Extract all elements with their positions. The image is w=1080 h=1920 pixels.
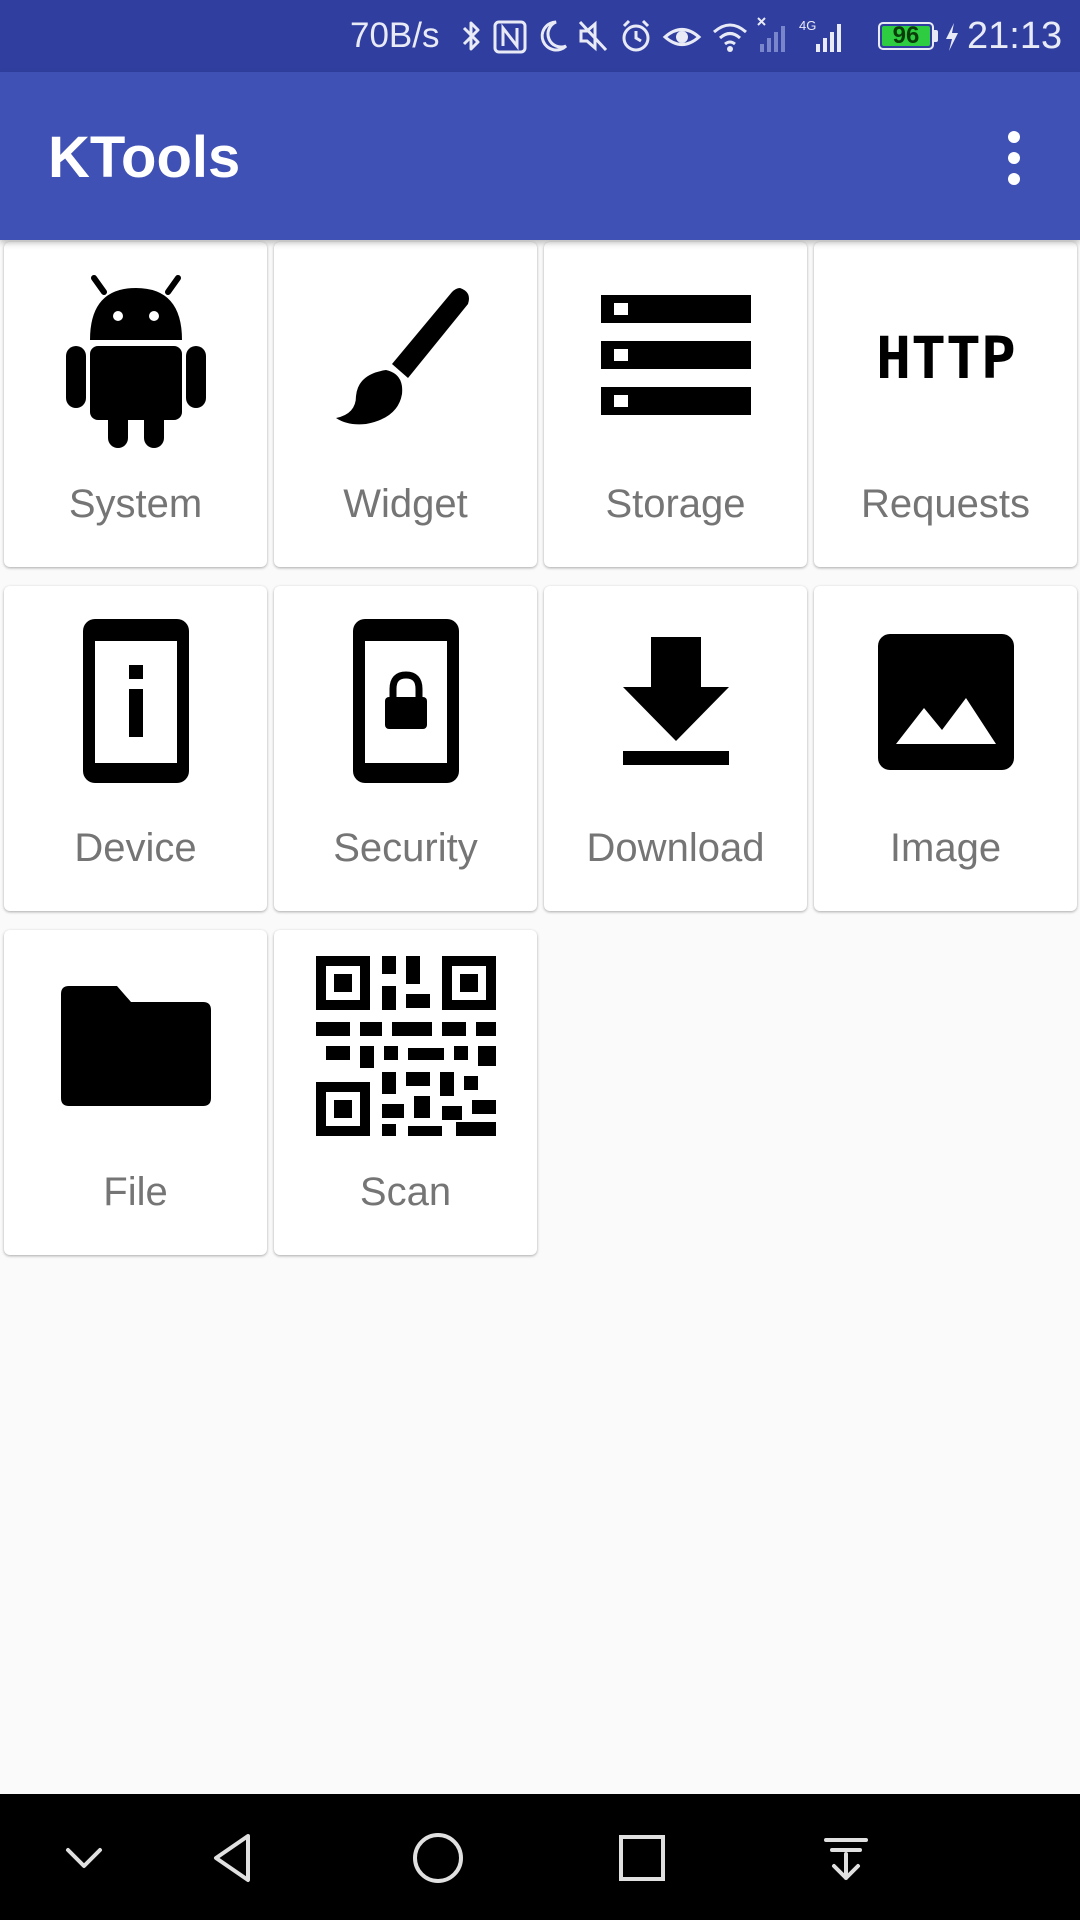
signal-no-sim-icon — [757, 17, 785, 52]
tile-label: System — [68, 482, 203, 526]
app-title: KTools — [48, 125, 241, 190]
back-icon[interactable] — [198, 1822, 270, 1894]
battery-icon: 96 — [878, 22, 934, 50]
tile-label: Download — [586, 826, 765, 870]
tile-widget[interactable]: Widget — [274, 242, 537, 567]
nfc-icon — [493, 20, 527, 54]
tile-download[interactable]: Download — [544, 586, 807, 911]
menu-dot — [1008, 173, 1020, 185]
storage-icon — [586, 268, 766, 448]
tile-scan[interactable]: Scan — [274, 930, 537, 1255]
download-icon — [586, 612, 766, 792]
menu-dot — [1008, 131, 1020, 143]
http-icon: HTTP — [856, 268, 1036, 448]
status-bar: 70B/s 4G 96 21:13 — [0, 0, 1080, 72]
eye-icon — [662, 28, 702, 46]
app-bar: KTools — [0, 72, 1080, 240]
tile-label: Device — [74, 826, 197, 870]
net-speed: 70B/s — [350, 16, 440, 55]
battery-level: 96 — [892, 22, 920, 49]
image-icon — [856, 612, 1036, 792]
tile-label: Scan — [359, 1170, 452, 1214]
brush-icon — [316, 268, 496, 448]
mute-icon — [578, 20, 608, 52]
tile-label: Security — [333, 826, 478, 870]
clock: 21:13 — [967, 15, 1063, 57]
phone-lock-icon — [316, 612, 496, 792]
tile-label: Image — [889, 826, 1002, 870]
folder-icon — [46, 956, 226, 1136]
tile-file[interactable]: File — [4, 930, 267, 1255]
qr-code-icon — [315, 956, 496, 1136]
tile-label: Widget — [343, 482, 468, 526]
signal-4g-icon: 4G — [799, 18, 841, 52]
moon-icon — [540, 20, 568, 52]
menu-dot — [1008, 152, 1020, 164]
tile-device[interactable]: Device — [4, 586, 267, 911]
home-icon[interactable] — [402, 1822, 474, 1894]
wifi-icon — [713, 23, 747, 52]
more-vert-icon[interactable] — [990, 126, 1038, 190]
battery-cap — [934, 30, 938, 42]
svg-text:4G: 4G — [799, 18, 816, 33]
collapse-icon[interactable] — [48, 1822, 120, 1894]
tile-label: File — [103, 1170, 168, 1214]
navigation-bar — [0, 1794, 1080, 1920]
tile-system[interactable]: System — [4, 242, 267, 567]
svg-text:HTTP: HTTP — [876, 328, 1016, 388]
android-icon — [46, 268, 226, 448]
notification-pull-icon[interactable] — [810, 1822, 882, 1894]
tile-requests[interactable]: HTTP Requests — [814, 242, 1077, 567]
tile-image[interactable]: Image — [814, 586, 1077, 911]
charging-icon — [946, 23, 958, 51]
alarm-icon — [622, 19, 650, 52]
tile-label: Storage — [605, 482, 746, 526]
bluetooth-icon — [462, 21, 480, 51]
tile-security[interactable]: Security — [274, 586, 537, 911]
recents-icon[interactable] — [606, 1822, 678, 1894]
phone-info-icon — [46, 612, 226, 792]
tile-label: Requests — [861, 482, 1030, 526]
tile-storage[interactable]: Storage — [544, 242, 807, 567]
